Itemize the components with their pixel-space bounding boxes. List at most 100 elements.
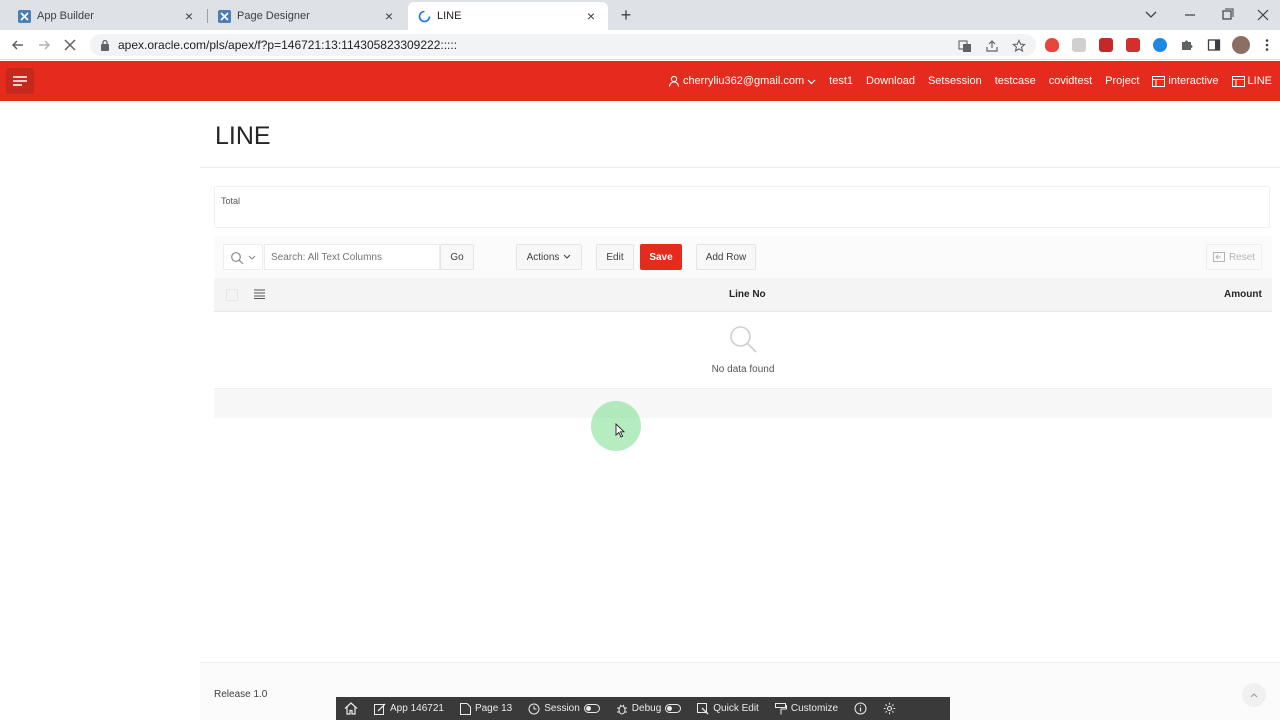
- tab-title: LINE: [437, 10, 462, 22]
- reset-label: Reset: [1228, 251, 1256, 263]
- hamburger-icon: [13, 76, 27, 86]
- window-close-icon[interactable]: [1248, 4, 1278, 26]
- save-button[interactable]: Save: [640, 244, 682, 270]
- devbar-debug[interactable]: Debug: [608, 697, 689, 720]
- devbar-customize[interactable]: Customize: [767, 697, 846, 720]
- pdf-extension-icon[interactable]: [1099, 38, 1113, 52]
- search-icon: [231, 252, 244, 265]
- pdf-tool-extension-icon[interactable]: [1126, 38, 1140, 52]
- close-icon[interactable]: ×: [382, 9, 396, 23]
- chevron-down-icon: [248, 255, 256, 260]
- share-icon[interactable]: [985, 39, 999, 53]
- report-icon: [1152, 75, 1166, 87]
- title-divider: [200, 167, 1280, 168]
- url-text: apex.oracle.com/pls/apex/f?p=146721:13:1…: [118, 38, 458, 52]
- devbar-session-label: Session: [544, 703, 580, 714]
- nav-link-line[interactable]: LINE: [1231, 75, 1272, 87]
- nav-link-setsession[interactable]: Setsession: [928, 75, 982, 87]
- bug-icon: [616, 704, 627, 714]
- sync-extension-icon[interactable]: [1153, 38, 1167, 52]
- devbar-app[interactable]: App 146721: [366, 697, 452, 720]
- nav-link-label: interactive: [1168, 75, 1219, 87]
- browser-toolbar: apex.oracle.com/pls/apex/f?p=146721:13:1…: [0, 30, 1280, 60]
- actions-label: Actions: [526, 251, 560, 263]
- chevron-up-icon: [1250, 693, 1258, 698]
- devbar-settings[interactable]: [875, 697, 904, 720]
- tab-title: App Builder: [37, 10, 94, 22]
- more-menu-icon[interactable]: [1260, 38, 1274, 52]
- star-icon[interactable]: [1012, 39, 1026, 53]
- nav-link-project[interactable]: Project: [1105, 75, 1139, 87]
- user-email: cherryliu362@gmail.com: [682, 75, 805, 87]
- devbar-home[interactable]: [336, 697, 366, 720]
- info-icon: [854, 702, 867, 715]
- translate-icon[interactable]: [958, 39, 972, 53]
- total-label: Total: [221, 196, 241, 206]
- forward-arrow-icon[interactable]: [34, 35, 54, 55]
- grid-footer: [214, 388, 1272, 418]
- user-menu[interactable]: cherryliu362@gmail.com: [668, 75, 816, 87]
- devbar-page[interactable]: Page 13: [452, 697, 520, 720]
- back-arrow-icon[interactable]: [8, 35, 28, 55]
- paint-roller-icon: [774, 702, 787, 714]
- restore-icon[interactable]: [1212, 4, 1242, 26]
- total-region: Total: [214, 186, 1270, 228]
- nav-link-download[interactable]: Download: [866, 75, 915, 87]
- go-button[interactable]: Go: [440, 244, 474, 270]
- column-header-amount[interactable]: Amount: [1224, 289, 1262, 300]
- profile-avatar[interactable]: [1232, 36, 1250, 54]
- devbar-session[interactable]: Session: [520, 697, 608, 720]
- puzzle-extensions-icon[interactable]: [1180, 38, 1194, 52]
- navigation-menu-button[interactable]: [6, 68, 34, 94]
- top-navigation-bar: cherryliu362@gmail.com test1 Download Se…: [668, 61, 1272, 101]
- report-icon: [1231, 75, 1245, 87]
- devbar-app-label: App 146721: [390, 703, 444, 714]
- row-actions-menu-icon[interactable]: [254, 289, 265, 299]
- devbar-info[interactable]: [846, 697, 875, 720]
- chevron-down-icon: [807, 79, 816, 84]
- minimize-icon[interactable]: [1175, 4, 1205, 26]
- scroll-to-top-button[interactable]: [1242, 683, 1266, 707]
- document-extension-icon[interactable]: [1072, 38, 1086, 52]
- edit-button[interactable]: Edit: [596, 244, 634, 270]
- search-input[interactable]: [264, 244, 440, 270]
- nav-link-testcase[interactable]: testcase: [995, 75, 1036, 87]
- nav-link-label: LINE: [1247, 75, 1272, 87]
- nav-link-covidtest[interactable]: covidtest: [1049, 75, 1092, 87]
- grid-column-header: Line No Amount: [214, 278, 1272, 312]
- side-panel-icon[interactable]: [1207, 38, 1221, 52]
- search-column-selector[interactable]: [223, 244, 263, 270]
- add-row-button[interactable]: Add Row: [696, 244, 756, 270]
- home-icon: [344, 702, 358, 715]
- stop-loading-icon[interactable]: [60, 35, 80, 55]
- page-icon: [459, 702, 471, 715]
- edit-icon: [374, 703, 386, 715]
- new-tab-button[interactable]: +: [615, 5, 637, 27]
- devbar-debug-label: Debug: [631, 703, 662, 714]
- select-all-checkbox[interactable]: [226, 289, 238, 301]
- address-bar[interactable]: apex.oracle.com/pls/apex/f?p=146721:13:1…: [90, 34, 1036, 56]
- clock-icon: [528, 703, 540, 714]
- column-header-line-no[interactable]: Line No: [729, 289, 766, 300]
- actions-menu-button[interactable]: Actions: [516, 244, 582, 270]
- tab-search-chevron-icon[interactable]: [1136, 4, 1166, 26]
- close-icon[interactable]: ×: [584, 9, 598, 23]
- browser-tab-app-builder[interactable]: App Builder ×: [8, 2, 206, 30]
- apex-favicon-icon: [18, 9, 31, 23]
- nav-link-interactive[interactable]: interactive: [1152, 75, 1219, 87]
- shield-extension-icon[interactable]: [1045, 38, 1059, 52]
- devbar-quick-edit[interactable]: Quick Edit: [689, 697, 767, 720]
- gear-icon: [883, 702, 896, 715]
- nav-link-test1[interactable]: test1: [829, 75, 853, 87]
- toggle-icon: [665, 704, 682, 713]
- tab-title: Page Designer: [237, 10, 310, 22]
- browser-tab-page-designer[interactable]: Page Designer ×: [208, 2, 406, 30]
- chevron-down-icon: [564, 254, 571, 259]
- grid-toolbar: Go Actions Edit Save Add Row Reset: [214, 236, 1272, 278]
- interactive-grid: Go Actions Edit Save Add Row Reset Line …: [214, 236, 1272, 418]
- browser-tab-line[interactable]: LINE ×: [408, 2, 608, 30]
- loading-spinner-icon: [418, 10, 431, 22]
- devbar-quick-edit-label: Quick Edit: [713, 703, 759, 714]
- close-icon[interactable]: ×: [182, 9, 196, 23]
- reset-button[interactable]: Reset: [1206, 244, 1262, 270]
